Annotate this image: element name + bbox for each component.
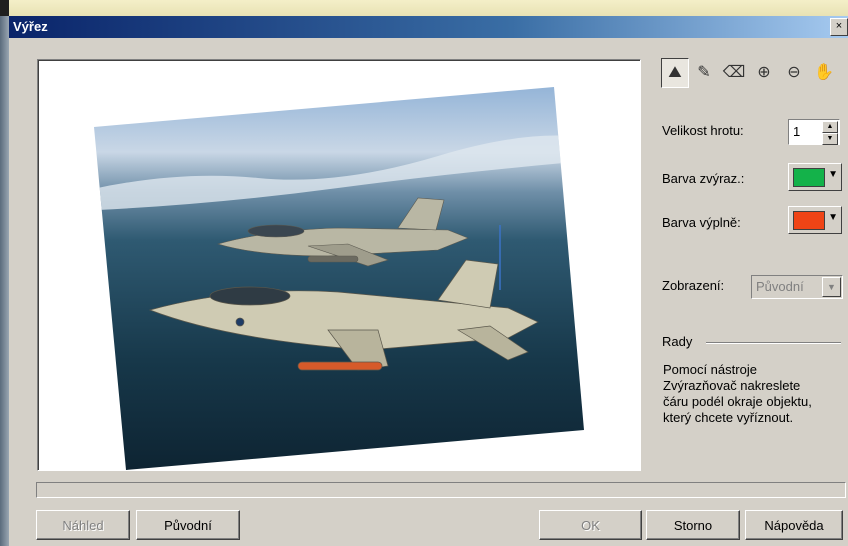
image-canvas[interactable]	[37, 59, 641, 471]
tips-line: Zvýrazňovač nakreslete	[663, 378, 801, 393]
chevron-down-icon: ▼	[822, 277, 841, 297]
tips-line: který chcete vyříznout.	[663, 410, 794, 425]
eraser-icon[interactable]: ⌫	[721, 58, 747, 86]
fill-color-picker[interactable]: ▼	[788, 206, 842, 234]
zoom-out-icon[interactable]: ⊖	[781, 58, 807, 86]
tips-heading: Rady	[662, 334, 693, 349]
fill-color-label: Barva výplně:	[662, 215, 741, 230]
background-window-edge	[0, 16, 9, 546]
background-window-strip	[0, 0, 848, 16]
stepper-up-icon[interactable]: ▲	[822, 121, 838, 133]
highlight-color-swatch	[793, 168, 825, 187]
original-button[interactable]: Původní	[136, 510, 240, 540]
highlight-color-label: Barva zvýraz.:	[662, 171, 745, 186]
chevron-down-icon: ▼	[828, 169, 838, 180]
cancel-button[interactable]: Storno	[646, 510, 740, 540]
highlight-color-picker[interactable]: ▼	[788, 163, 842, 191]
close-button[interactable]: ×	[830, 18, 848, 36]
highlighter-icon[interactable]: ✎	[691, 58, 717, 86]
zoom-in-icon[interactable]: ⊕	[751, 58, 777, 86]
tips-line: Pomocí nástroje	[663, 362, 757, 377]
brush-size-label: Velikost hrotu:	[662, 123, 744, 138]
tips-text: Pomocí nástroje Zvýrazňovač nakreslete č…	[663, 362, 843, 426]
display-select-value: Původní	[756, 279, 804, 294]
cutout-dialog: Výřez × ⛰ ✎ ⌫ ⊕ ⊖ ✋ Velikost hrotu: 1 ▲ …	[9, 16, 848, 546]
display-label: Zobrazení:	[662, 278, 725, 293]
selection-tool-icon[interactable]: ⛰	[661, 58, 689, 88]
photo-jets	[94, 87, 584, 470]
chevron-down-icon: ▼	[828, 212, 838, 223]
ok-button[interactable]: OK	[539, 510, 642, 540]
fill-color-swatch	[793, 211, 825, 230]
window-title: Výřez	[13, 19, 48, 34]
display-select[interactable]: Původní ▼	[751, 275, 843, 299]
tips-line: čáru podél okraje objektu,	[663, 394, 812, 409]
help-button[interactable]: Nápověda	[745, 510, 843, 540]
title-bar[interactable]: Výřez ×	[9, 16, 848, 38]
preview-button[interactable]: Náhled	[36, 510, 130, 540]
brush-size-value: 1	[793, 124, 801, 139]
brush-size-stepper[interactable]: 1 ▲ ▼	[788, 119, 840, 145]
tips-divider	[706, 342, 841, 344]
stepper-down-icon[interactable]: ▼	[822, 133, 838, 145]
progress-bar	[36, 482, 846, 498]
hand-icon[interactable]: ✋	[811, 58, 837, 86]
